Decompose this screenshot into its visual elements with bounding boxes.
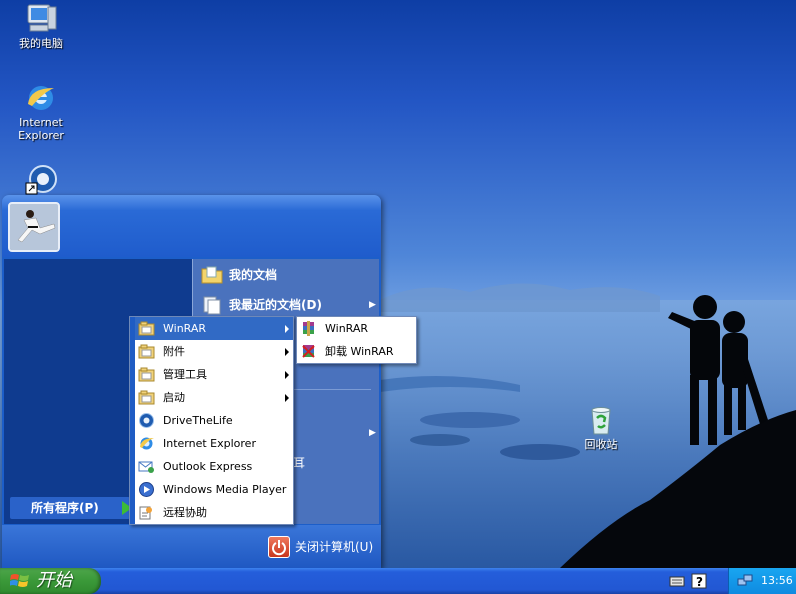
start-button[interactable]: 开始 <box>0 568 101 594</box>
program-group-icon <box>138 344 155 359</box>
program-group-icon <box>138 321 155 336</box>
menu-item-remote-assistance[interactable]: 远程协助 <box>135 501 293 524</box>
desktop-icon-label: Internet Explorer <box>18 116 64 142</box>
winrar-submenu: WinRAR 卸载 WinRAR <box>296 316 417 364</box>
taskbar: 开始 ? 13:56 <box>0 568 796 594</box>
system-tray: 13:56 <box>728 568 796 594</box>
gear-icon <box>25 165 57 195</box>
computer-icon <box>27 4 57 32</box>
desktop-icon-label: 回收站 <box>584 438 618 451</box>
user-picture-karate-icon <box>10 204 58 250</box>
network-icon[interactable] <box>737 573 753 589</box>
clock[interactable]: 13:56 <box>761 568 793 594</box>
menu-item-windows-media-player[interactable]: Windows Media Player <box>135 478 293 501</box>
submenu-arrow-icon <box>285 394 289 402</box>
svg-text:?: ? <box>696 575 703 589</box>
start-menu-footer: 关闭计算机(U) <box>2 525 381 568</box>
gear-icon <box>139 413 154 428</box>
menu-item-winrar[interactable]: WinRAR <box>297 317 416 340</box>
menu-item-internet-explorer[interactable]: Internet Explorer <box>135 432 293 455</box>
windows-logo-icon <box>10 574 29 587</box>
programs-menu: WinRAR 附件 管理工具 启动 DriveTheLife Internet … <box>129 316 294 525</box>
recent-documents-icon <box>203 296 221 315</box>
desktop-icon-internet-explorer[interactable]: Internet Explorer <box>1 82 81 142</box>
all-programs-button[interactable]: 所有程序(P) <box>10 497 132 519</box>
internet-explorer-icon <box>28 86 54 110</box>
menu-item-uninstall-winrar[interactable]: 卸载 WinRAR <box>297 340 416 363</box>
keyboard-icon[interactable] <box>669 573 685 589</box>
desktop-icon-shortcut[interactable] <box>1 163 81 195</box>
submenu-arrow-icon <box>285 325 289 333</box>
mail-icon <box>138 461 154 473</box>
program-group-icon <box>138 367 155 382</box>
folder-documents-icon <box>201 266 223 284</box>
desktop-icon-recycle-bin[interactable]: 回收站 <box>561 404 641 451</box>
help-icon[interactable]: ? <box>691 573 707 589</box>
recycle-bin-icon <box>591 407 611 435</box>
uninstall-winrar-icon <box>302 345 315 358</box>
submenu-arrow-icon <box>285 371 289 379</box>
user-avatar[interactable] <box>8 202 60 252</box>
desktop-icon-my-computer[interactable]: 我的电脑 <box>1 3 81 50</box>
program-group-icon <box>138 390 155 405</box>
menu-item-winrar-folder[interactable]: WinRAR <box>135 317 293 340</box>
power-icon <box>268 536 290 558</box>
menu-item-startup[interactable]: 启动 <box>135 386 293 409</box>
menu-item-drivethelife[interactable]: DriveTheLife <box>135 409 293 432</box>
internet-explorer-icon <box>140 437 154 450</box>
submenu-arrow-icon: ▶ <box>369 428 376 438</box>
menu-item-admin-tools[interactable]: 管理工具 <box>135 363 293 386</box>
start-menu-header <box>2 195 381 257</box>
submenu-arrow-icon <box>285 348 289 356</box>
remote-assistance-icon <box>139 506 152 520</box>
desktop-icon-label: 我的电脑 <box>19 37 63 50</box>
menu-item-accessories[interactable]: 附件 <box>135 340 293 363</box>
media-player-icon <box>139 482 154 497</box>
submenu-arrow-icon: ▶ <box>369 300 376 310</box>
winrar-icon <box>303 321 314 336</box>
menu-item-outlook-express[interactable]: Outlook Express <box>135 455 293 478</box>
